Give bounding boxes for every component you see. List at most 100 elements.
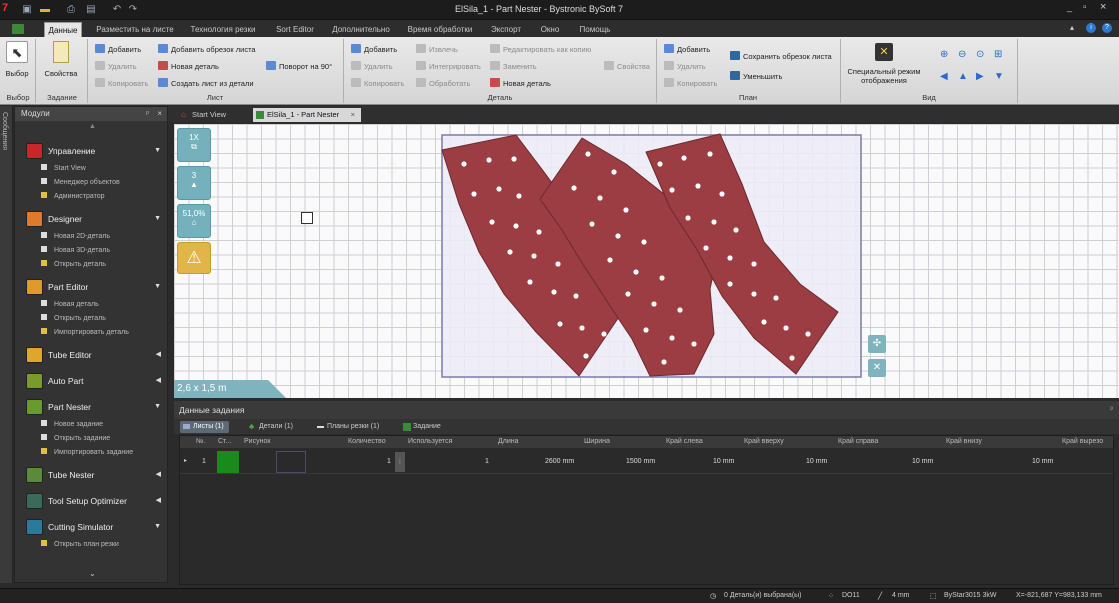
expand-arrow-icon[interactable]: ◀ — [156, 371, 161, 391]
collapse-arrow-icon[interactable]: ▼ — [154, 397, 161, 417]
save-remnant-button[interactable]: Сохранить обрезок листа — [730, 51, 832, 63]
undo-icon[interactable]: ↶ — [110, 3, 124, 17]
tab-start-view[interactable]: ⌂ Start View — [178, 108, 248, 122]
pin-icon[interactable]: ᵖ — [146, 107, 149, 121]
zoom-out-icon[interactable]: ⊖ — [958, 49, 966, 60]
pan-down-icon[interactable]: ▼ — [994, 71, 1004, 82]
module-item[interactable]: Новая деталь — [41, 299, 99, 311]
file-menu-button[interactable] — [12, 24, 24, 34]
zoom-all-icon[interactable]: ⊞ — [994, 49, 1002, 60]
properties-button[interactable]: Свойства — [42, 41, 80, 89]
help-icon[interactable]: i — [1086, 23, 1096, 33]
tab-cutting-plans[interactable]: Планы резки (1) — [314, 421, 384, 433]
module-8[interactable]: Cutting Simulator ▼ — [24, 517, 169, 537]
part-copy-button[interactable]: Копировать — [351, 78, 404, 90]
info-icon[interactable]: ? — [1102, 23, 1112, 33]
collapse-arrow-icon[interactable]: ▼ — [154, 277, 161, 297]
part-properties-button[interactable]: Свойства — [604, 61, 650, 73]
minimize-button[interactable]: _ — [1067, 2, 1072, 12]
tab-part-nester-doc[interactable]: ElSila_1 - Part Nester × — [253, 108, 361, 122]
tab-job[interactable]: Задание — [400, 421, 446, 433]
module-item[interactable]: Импортировать деталь — [41, 327, 129, 339]
edit-as-copy-button[interactable]: Редактировать как копию — [490, 44, 591, 56]
module-item[interactable]: Открыть задание — [41, 433, 110, 445]
table-row[interactable]: ▸ 1 1 ⋮ 1 2600 mm 1500 mm 10 mm 10 mm 10… — [180, 450, 1113, 474]
tab-okno[interactable]: Окно — [534, 22, 566, 37]
redo-icon[interactable]: ↷ — [126, 3, 140, 17]
new-part-button[interactable]: Новая деталь — [158, 61, 219, 73]
messages-strip[interactable]: Сообщения — [0, 106, 13, 583]
save-icon[interactable]: ▣ — [20, 3, 34, 17]
module-item[interactable]: Новая 2D-деталь — [41, 231, 110, 243]
pan-right-icon[interactable]: ▶ — [976, 71, 984, 82]
expand-arrow-icon[interactable]: ◀ — [156, 465, 161, 485]
tab-parts[interactable]: ♣ Детали (1) — [246, 421, 298, 433]
tab-tehnologiya[interactable]: Технология резки — [186, 22, 260, 37]
module-1[interactable]: Designer ▼ — [24, 209, 169, 229]
tab-sort-editor[interactable]: Sort Editor — [268, 22, 322, 37]
pan-left-icon[interactable]: ◀ — [940, 71, 948, 82]
close-window-button[interactable]: × — [1100, 1, 1106, 13]
collapse-arrow-icon[interactable]: ▼ — [154, 141, 161, 161]
tab-sheets[interactable]: Листы (1) — [180, 421, 229, 433]
module-6[interactable]: Tube Nester ◀ — [24, 465, 169, 485]
module-0[interactable]: Управление ▼ — [24, 141, 169, 161]
plan-add-button[interactable]: Добавить — [664, 44, 710, 56]
part-delete-button[interactable]: Удалить — [351, 61, 393, 73]
module-7[interactable]: Tool Setup Optimizer ◀ — [24, 491, 169, 511]
scroll-up-icon[interactable]: ▲ — [89, 123, 96, 130]
module-item[interactable]: Открыть деталь — [41, 259, 106, 271]
sheet-add-button[interactable]: Добавить — [95, 44, 141, 56]
module-item[interactable]: Менеджер объектов — [41, 177, 120, 189]
zoom-fit-button[interactable]: ✣ — [868, 335, 886, 353]
sheet-copy-button[interactable]: Копировать — [95, 78, 148, 90]
sheet-drawing[interactable] — [174, 124, 1119, 398]
extract-button[interactable]: Извлечь — [416, 44, 458, 56]
plan-delete-button[interactable]: Удалить — [664, 61, 706, 73]
preview-icon[interactable]: ▤ — [84, 3, 98, 17]
tab-eksport[interactable]: Экспорт — [484, 22, 528, 37]
sheet-from-part-button[interactable]: Создать лист из детали — [158, 78, 254, 90]
collapse-arrow-icon[interactable]: ▼ — [154, 517, 161, 537]
module-2[interactable]: Part Editor ▼ — [24, 277, 169, 297]
panel-close-icon[interactable]: × — [157, 107, 162, 121]
process-button[interactable]: Обработать — [416, 78, 470, 90]
plan-copy-button[interactable]: Копировать — [664, 78, 717, 90]
module-5[interactable]: Part Nester ▼ — [24, 397, 169, 417]
open-folder-icon[interactable]: ▬ — [38, 3, 52, 17]
scroll-down-icon[interactable]: ⌄ — [89, 569, 96, 578]
module-3[interactable]: Tube Editor ◀ — [24, 345, 169, 365]
module-item[interactable]: Открыть план резки — [41, 539, 119, 551]
rotate-90-button[interactable]: Поворот на 90° — [266, 61, 332, 73]
tab-dopolnitelno[interactable]: Дополнительно — [328, 22, 394, 37]
module-item[interactable]: Администратор — [41, 191, 105, 203]
replace-button[interactable]: Заменить — [490, 61, 537, 73]
module-item[interactable]: Новое задание — [41, 419, 103, 431]
row-expand-icon[interactable]: ▸ — [184, 457, 187, 464]
tab-pomosch[interactable]: Помощь — [572, 22, 618, 37]
nesting-canvas[interactable]: 1X ⧉ 3 ▲ 51,0% ⌂ ⚠ ✣ ✕ — [174, 124, 1119, 398]
close-view-button[interactable]: ✕ — [868, 359, 886, 377]
expand-arrow-icon[interactable]: ◀ — [156, 491, 161, 511]
special-display-mode-button[interactable]: ✕ Специальный режим отображения — [846, 43, 922, 85]
ribbon-collapse-icon[interactable]: ▴ — [1070, 23, 1074, 32]
reduce-button[interactable]: Уменьшить — [730, 71, 782, 83]
pan-up-icon[interactable]: ▲ — [958, 71, 968, 82]
maximize-button[interactable]: ▫ — [1083, 2, 1087, 13]
tab-razmestit[interactable]: Разместить на листе — [90, 22, 180, 37]
collapse-arrow-icon[interactable]: ▼ — [154, 209, 161, 229]
integrate-button[interactable]: Интегрировать — [416, 61, 481, 73]
part-add-button[interactable]: Добавить — [351, 44, 397, 56]
tab-close-icon[interactable]: × — [351, 108, 355, 122]
module-item[interactable]: Новая 3D-деталь — [41, 245, 110, 257]
add-remnant-button[interactable]: Добавить обрезок листа — [158, 44, 256, 56]
zoom-window-icon[interactable]: ⊙ — [976, 49, 984, 60]
select-button[interactable]: ⬉ Выбор — [4, 41, 30, 89]
quantity-stepper[interactable]: ⋮ — [395, 452, 405, 472]
module-item[interactable]: Импортировать задание — [41, 447, 133, 459]
print-icon[interactable]: ⎙ — [64, 3, 78, 17]
part-new-button[interactable]: Новая деталь — [490, 78, 551, 90]
module-4[interactable]: Auto Part ◀ — [24, 371, 169, 391]
tab-dannye[interactable]: Данные — [44, 22, 82, 37]
zoom-in-icon[interactable]: ⊕ — [940, 49, 948, 60]
